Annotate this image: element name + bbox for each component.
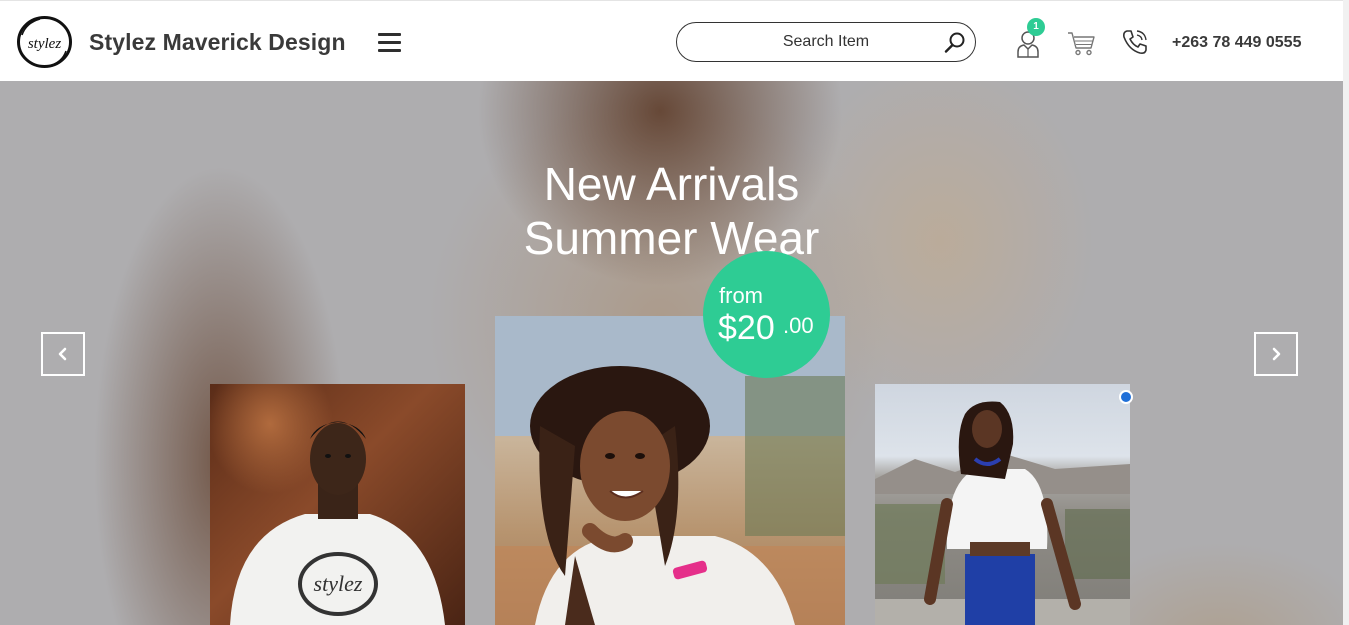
svg-text:stylez: stylez bbox=[28, 36, 61, 52]
slide-model-man[interactable]: stylez bbox=[210, 384, 465, 625]
chevron-left-icon bbox=[58, 347, 67, 361]
brand-name[interactable]: Stylez Maverick Design bbox=[89, 29, 346, 56]
model-man-image: stylez bbox=[230, 421, 445, 625]
price-cents: .00 bbox=[783, 313, 814, 338]
cart-icon[interactable] bbox=[1067, 30, 1095, 56]
phone-number[interactable]: +263 78 449 0555 bbox=[1172, 34, 1301, 52]
menu-icon[interactable] bbox=[378, 33, 401, 52]
user-notification-badge: 1 bbox=[1027, 18, 1045, 36]
slide-model-woman-croptop[interactable] bbox=[875, 384, 1130, 625]
phone-icon[interactable] bbox=[1121, 28, 1149, 56]
chevron-right-icon bbox=[1272, 347, 1281, 361]
search-box bbox=[676, 22, 976, 62]
hero-title: New Arrivals Summer Wear bbox=[0, 157, 1343, 265]
hero-title-line1: New Arrivals bbox=[543, 158, 800, 210]
search-icon[interactable] bbox=[944, 31, 966, 53]
price-from-label: from bbox=[719, 283, 763, 308]
slide-indicator-dot[interactable] bbox=[1119, 390, 1133, 404]
search-input[interactable] bbox=[677, 23, 975, 61]
carousel-prev-button[interactable] bbox=[41, 332, 85, 376]
stylez-logo[interactable]: stylez bbox=[16, 15, 73, 69]
model-woman-croptop-image bbox=[875, 401, 1130, 625]
hero-banner: New Arrivals Summer Wear stylez bbox=[0, 81, 1343, 625]
carousel-next-button[interactable] bbox=[1254, 332, 1298, 376]
price-amount: $20 bbox=[718, 309, 775, 347]
price-badge: from $20 .00 bbox=[703, 251, 830, 378]
site-header: stylez Stylez Maverick Design 1 +263 78 … bbox=[0, 0, 1343, 81]
page-scrollbar[interactable] bbox=[1343, 0, 1349, 625]
svg-text:stylez: stylez bbox=[314, 571, 363, 596]
